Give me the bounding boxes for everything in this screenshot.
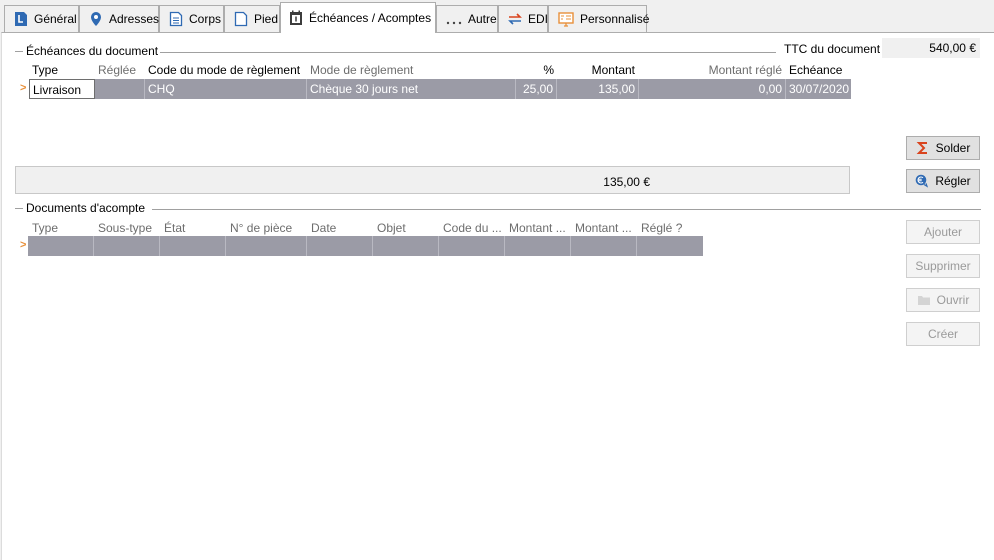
document-icon	[234, 11, 248, 27]
tab-edi[interactable]: EDI	[498, 5, 548, 32]
tab-general[interactable]: Général	[4, 5, 79, 32]
cell-empty[interactable]	[637, 236, 703, 256]
calendar-icon	[289, 10, 303, 26]
document-lines-icon	[169, 11, 183, 27]
col-header-montant-regle[interactable]: Montant réglé	[639, 63, 782, 79]
col-header-code-mode[interactable]: Code du mode de règlement	[148, 63, 308, 79]
solder-label: Solder	[935, 141, 971, 155]
cell-montant[interactable]: 135,00	[557, 79, 639, 99]
cell-empty[interactable]	[307, 236, 373, 256]
cell-empty[interactable]	[28, 236, 94, 256]
creer-label: Créer	[927, 327, 958, 341]
col-header-reglee[interactable]: Réglée	[98, 63, 144, 79]
col-header-montant-2[interactable]: Montant ...	[575, 221, 637, 237]
tab-personnalise[interactable]: Personnalisé	[548, 5, 650, 32]
col-header-montant-1[interactable]: Montant ...	[509, 221, 571, 237]
cell-pct[interactable]: 25,00	[516, 79, 557, 99]
col-header-sous-type[interactable]: Sous-type	[98, 221, 160, 237]
cell-empty[interactable]	[571, 236, 637, 256]
cell-empty[interactable]	[505, 236, 571, 256]
cell-empty[interactable]	[439, 236, 505, 256]
cell-montant-regle[interactable]: 0,00	[639, 79, 786, 99]
new-row-marker-icon: >	[20, 239, 27, 251]
tab-bar: Général Adresses Corps Pied Échéances / …	[0, 0, 994, 33]
cell-empty[interactable]	[160, 236, 226, 256]
cell-type[interactable]: Livraison	[29, 79, 95, 99]
col-header-pct[interactable]: %	[517, 63, 554, 79]
tab-adresses[interactable]: Adresses	[79, 5, 159, 32]
ouvrir-button[interactable]: Ouvrir	[906, 288, 980, 312]
tab-pied[interactable]: Pied	[224, 5, 280, 32]
col-header-objet[interactable]: Objet	[377, 221, 439, 237]
folder-icon	[917, 293, 931, 307]
col-header-type[interactable]: Type	[32, 63, 92, 79]
cell-empty[interactable]	[94, 236, 160, 256]
ttc-value: 540,00 €	[882, 38, 980, 58]
echeances-total-bar: 135,00 €	[15, 166, 850, 194]
echeances-divider	[160, 52, 776, 53]
creer-button[interactable]: Créer	[906, 322, 980, 346]
current-row-marker-icon: >	[20, 82, 27, 94]
ttc-label: TTC du document	[784, 42, 881, 56]
acomptes-title: Documents d'acompte	[26, 201, 146, 215]
tab-autre[interactable]: Autre	[436, 5, 498, 32]
cell-empty[interactable]	[373, 236, 439, 256]
cell-mode[interactable]: Chèque 30 jours net	[307, 79, 516, 99]
acomptes-divider	[152, 209, 981, 210]
tab-echeances-label: Échéances / Acomptes	[309, 11, 432, 25]
col-header-mode[interactable]: Mode de règlement	[310, 63, 515, 79]
col-header-regle[interactable]: Réglé ?	[641, 221, 703, 237]
echeances-grid[interactable]: Type Réglée Code du mode de règlement Mo…	[2, 63, 852, 133]
sigma-icon	[916, 141, 930, 155]
solder-button[interactable]: Solder	[906, 136, 980, 160]
cell-code-mode[interactable]: CHQ	[145, 79, 307, 99]
col-header-montant[interactable]: Montant	[557, 63, 635, 79]
echeances-title: Échéances du document	[26, 44, 159, 58]
document-l-icon	[14, 11, 28, 27]
cell-empty[interactable]	[226, 236, 307, 256]
echeances-total-value: 135,00 €	[603, 175, 650, 189]
tab-content-panel: Échéances du document Type Réglée Code d…	[1, 32, 994, 560]
supprimer-label: Supprimer	[915, 259, 971, 273]
tab-adresses-label: Adresses	[109, 12, 160, 26]
ajouter-label: Ajouter	[923, 225, 963, 239]
cell-echeance[interactable]: 30/07/2020	[786, 79, 851, 99]
col-header-echeance[interactable]: Echéance	[789, 63, 851, 79]
tab-general-label: Général	[34, 12, 77, 26]
tab-pied-label: Pied	[254, 12, 279, 26]
ellipsis-icon	[446, 11, 462, 27]
col-header-date[interactable]: Date	[311, 221, 373, 237]
map-pin-icon	[89, 11, 103, 27]
custom-screen-icon	[558, 11, 574, 27]
col-header-etat[interactable]: État	[164, 221, 226, 237]
regler-button[interactable]: Régler	[906, 169, 980, 193]
col-header-code[interactable]: Code du ...	[443, 221, 505, 237]
acomptes-grid[interactable]: Type Sous-type État N° de pièce Date Obj…	[2, 221, 707, 281]
col-header-num-piece[interactable]: N° de pièce	[230, 221, 308, 237]
tab-corps[interactable]: Corps	[159, 5, 224, 32]
ouvrir-label: Ouvrir	[936, 293, 970, 307]
tab-echeances-acomptes[interactable]: Échéances / Acomptes	[280, 2, 436, 33]
col-header-type[interactable]: Type	[32, 221, 94, 237]
tab-personnalise-label: Personnalisé	[580, 12, 650, 26]
supprimer-button[interactable]: Supprimer	[906, 254, 980, 278]
acomptes-group-title: Documents d'acompte	[15, 201, 145, 215]
cell-reglee[interactable]	[95, 79, 145, 99]
ajouter-button[interactable]: Ajouter	[906, 220, 980, 244]
tab-corps-label: Corps	[189, 12, 222, 26]
exchange-arrows-icon	[508, 11, 522, 27]
echeances-group-title: Échéances du document	[15, 44, 158, 58]
tab-edi-label: EDI	[528, 12, 549, 26]
regler-label: Régler	[935, 174, 971, 188]
tab-autre-label: Autre	[468, 12, 497, 26]
euro-coin-icon	[915, 174, 929, 188]
